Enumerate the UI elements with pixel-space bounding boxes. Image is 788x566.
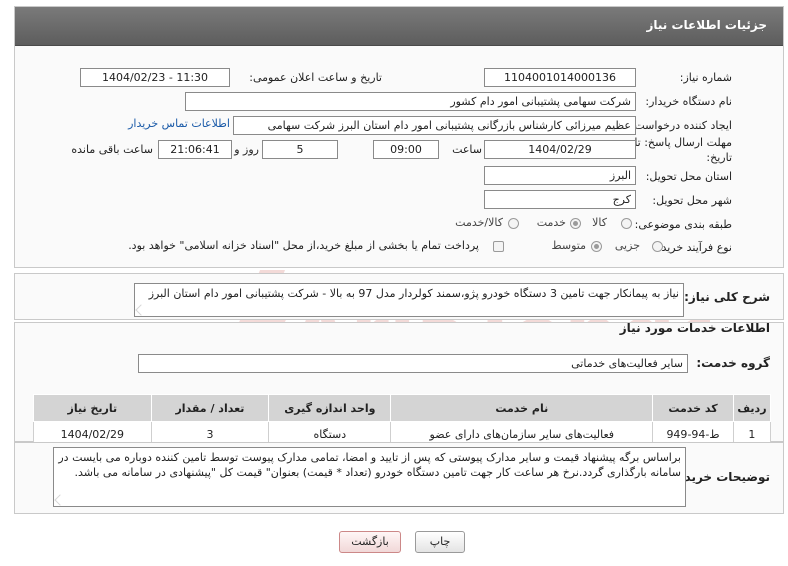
announce-datetime-field: 1404/02/23 - 11:30 (80, 68, 230, 87)
need-number-field: 1104001014000136 (484, 68, 636, 87)
summary-textarea[interactable]: نیاز به پیمانکار جهت تامین 3 دستگاه خودر… (134, 283, 684, 317)
col-header-service-code: کد خدمت (652, 394, 734, 422)
requester-field: عظیم میرزائی کارشناس بازرگانی پشتیبانی ا… (233, 116, 636, 135)
summary-text: نیاز به پیمانکار جهت تامین 3 دستگاه خودر… (148, 287, 679, 300)
city-field: کرج (484, 190, 636, 209)
announce-datetime-label: تاریخ و ساعت اعلان عمومی: (249, 71, 382, 84)
process-type-label: نوع فرآیند خرید : (654, 241, 732, 254)
back-button[interactable]: بازگشت (339, 531, 401, 553)
deadline-date-field: 1404/02/29 (484, 140, 636, 159)
deadline-label-line1: مهلت ارسال پاسخ: تا (634, 136, 732, 149)
remaining-time-label: ساعت باقی مانده (71, 143, 153, 156)
col-header-quantity: تعداد / مقدار (150, 394, 270, 422)
process-option-minor: جزیی (614, 239, 640, 252)
category-option-goods-service: کالا/خدمت (455, 216, 503, 229)
category-radio-service[interactable] (570, 218, 581, 229)
col-header-need-date: تاریخ نیاز (33, 394, 152, 422)
services-section-title: اطلاعات خدمات مورد نیاز (619, 321, 770, 335)
treasury-payment-checkbox[interactable] (493, 241, 504, 252)
buyer-notes-textarea[interactable]: براساس برگه پیشنهاد قیمت و سایر مدارک پی… (53, 447, 686, 507)
table-header-row: ردیف کد خدمت نام خدمت واحد اندازه گیری ت… (33, 394, 772, 422)
category-label: طبقه بندی موضوعی: (634, 218, 732, 231)
deadline-label-line2: تاریخ: (706, 151, 732, 164)
remaining-days-label: روز و (234, 143, 259, 156)
category-option-goods: کالا (592, 216, 607, 229)
print-button[interactable]: چاپ (415, 531, 465, 553)
buyer-org-label: نام دستگاه خریدار: (645, 95, 732, 108)
requester-label: ایجاد کننده درخواست: (630, 119, 732, 132)
buyer-notes-text: براساس برگه پیشنهاد قیمت و سایر مدارک پی… (58, 451, 681, 479)
treasury-payment-note: پرداخت تمام یا بخشی از مبلغ خرید،از محل … (128, 239, 479, 252)
panel-header: جزئیات اطلاعات نیاز (15, 7, 783, 46)
city-label: شهر محل تحویل: (652, 194, 732, 207)
need-number-label: شماره نیاز: (679, 71, 732, 84)
resize-grip-icon[interactable] (54, 494, 66, 506)
deadline-time-field: 09:00 (373, 140, 439, 159)
deadline-time-label: ساعت (452, 143, 482, 156)
buyer-org-field: شرکت سهامی پشتیبانی امور دام کشور (185, 92, 636, 111)
service-group-field: سایر فعالیت‌های خدماتی (138, 354, 688, 373)
process-radio-medium[interactable] (591, 241, 602, 252)
summary-label: شرح کلی نیاز: (684, 290, 770, 304)
category-option-service: خدمت (536, 216, 566, 229)
process-option-medium: متوسط (551, 239, 586, 252)
resize-grip-icon[interactable] (135, 304, 147, 316)
col-header-service-name: نام خدمت (390, 394, 654, 422)
col-header-unit: واحد اندازه گیری (268, 394, 392, 422)
col-header-row-number: ردیف (732, 394, 772, 422)
province-label: استان محل تحویل: (645, 170, 732, 183)
remaining-time-field: 21:06:41 (158, 140, 232, 159)
remaining-days-field: 5 (262, 140, 338, 159)
service-group-label: گروه خدمت: (696, 356, 770, 370)
province-field: البرز (484, 166, 636, 185)
category-radio-goods-service[interactable] (508, 218, 519, 229)
buyer-contact-link[interactable]: اطلاعات تماس خریدار (128, 117, 230, 130)
category-radio-goods[interactable] (621, 218, 632, 229)
process-radio-minor[interactable] (652, 241, 663, 252)
services-table: ردیف کد خدمت نام خدمت واحد اندازه گیری ت… (33, 394, 772, 447)
panel-title: جزئیات اطلاعات نیاز (646, 18, 767, 32)
